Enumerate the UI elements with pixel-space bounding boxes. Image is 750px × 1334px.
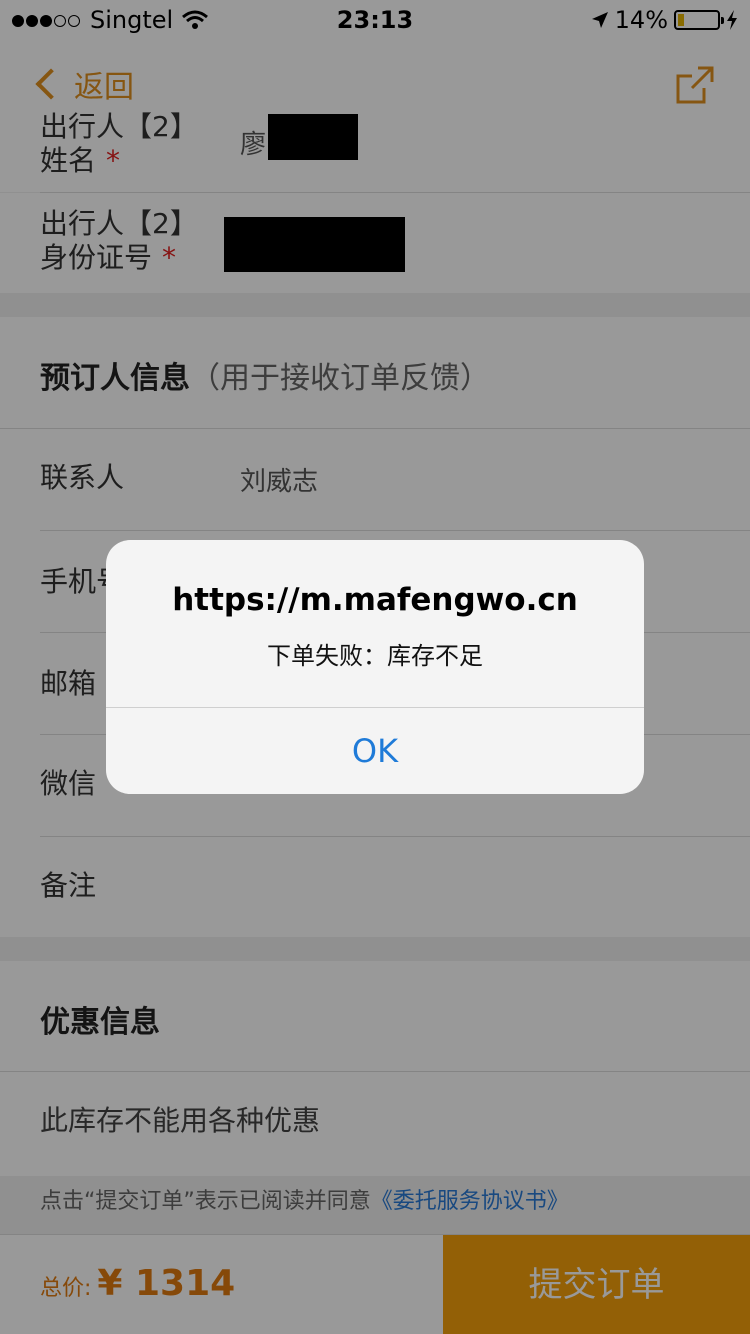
alert-dialog: https://m.mafengwo.cn 下单失败：库存不足 OK xyxy=(106,540,644,794)
ok-button[interactable]: OK xyxy=(106,708,644,794)
alert-title: https://m.mafengwo.cn xyxy=(172,582,578,618)
alert-message: 下单失败：库存不足 xyxy=(267,642,483,670)
